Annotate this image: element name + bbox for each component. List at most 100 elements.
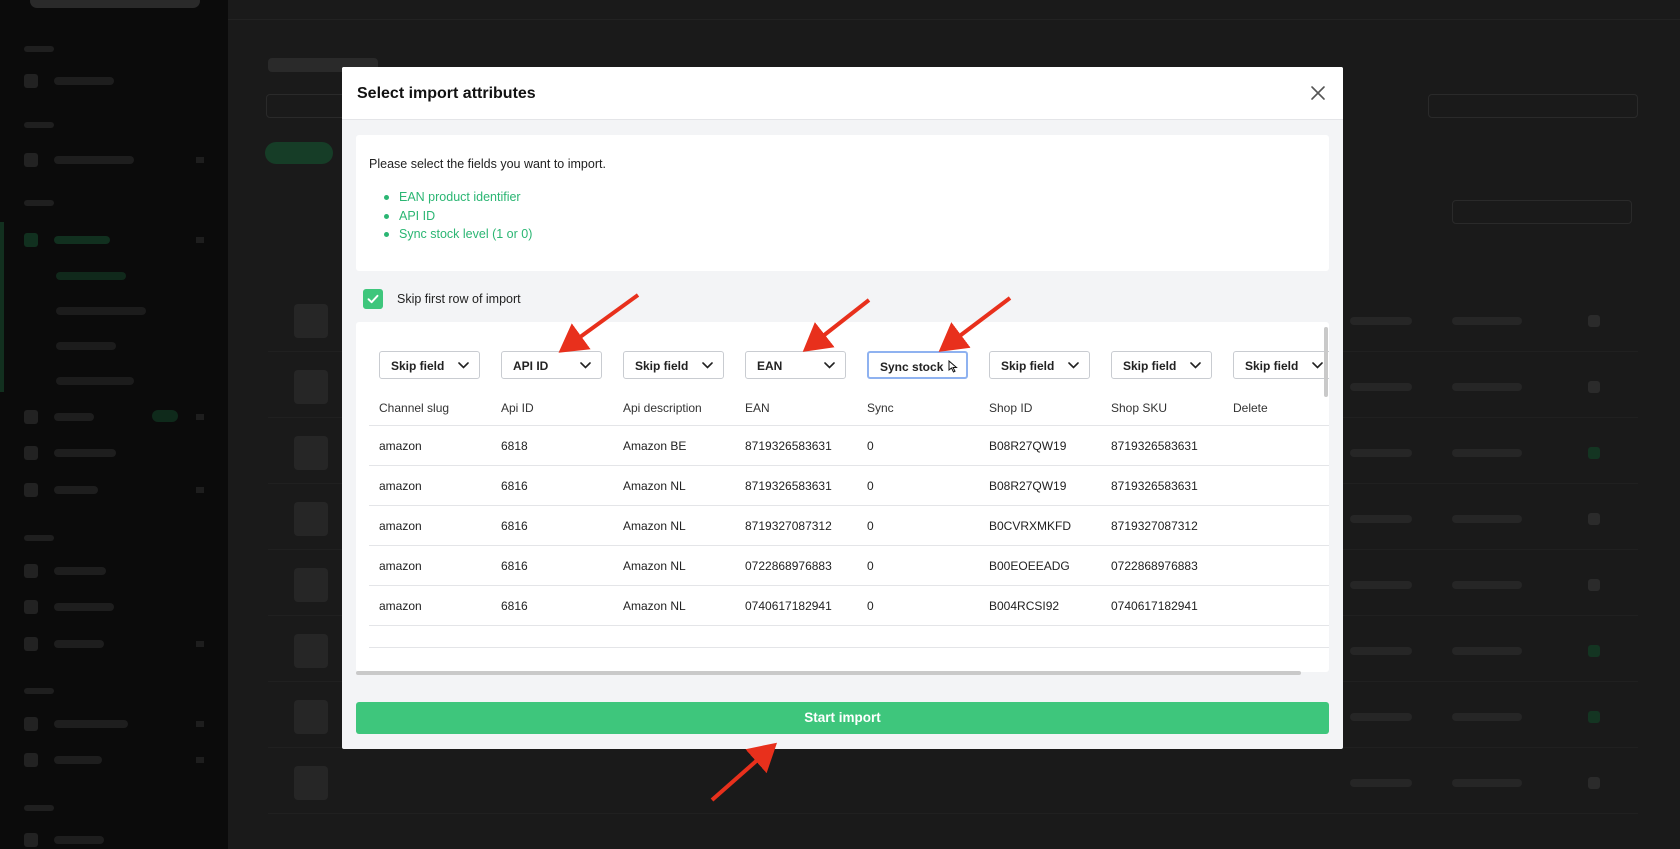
skip-first-row-checkbox[interactable]	[363, 289, 383, 309]
sidebar-subitem[interactable]	[56, 307, 146, 315]
column-select-8[interactable]: Skip field	[1233, 351, 1329, 379]
modal-header: Select import attributes	[342, 67, 1343, 120]
background-filter-select[interactable]	[266, 94, 346, 118]
sidebar-active-indicator	[0, 222, 4, 392]
table-cell: B08R27QW19	[989, 439, 1067, 453]
pointer-cursor-icon	[948, 360, 958, 373]
table-cell: B0CVRXMKFD	[989, 519, 1072, 533]
chevron-down-icon	[824, 362, 835, 369]
sidebar-item-products-2[interactable]	[24, 563, 204, 579]
sidebar-item-dashboard[interactable]	[24, 73, 204, 89]
close-icon[interactable]	[1307, 82, 1329, 104]
table-cell: 6818	[501, 439, 528, 453]
sidebar-item-shipments[interactable]	[24, 445, 204, 461]
table-cell: 0722868976883	[1111, 559, 1198, 573]
background-table-row	[268, 752, 1638, 814]
table-cell: 0	[867, 439, 874, 453]
table-cell: Amazon NL	[623, 599, 686, 613]
background-supplier-select[interactable]	[1428, 94, 1638, 118]
orders-count-badge	[152, 410, 178, 422]
table-cell: Amazon NL	[623, 479, 686, 493]
top-bar	[228, 0, 1680, 20]
column-select-3[interactable]: Skip field	[623, 351, 724, 379]
sidebar-item-marketplaces[interactable]	[24, 152, 204, 168]
table-cell: 8719326583631	[745, 439, 832, 453]
app-logo	[30, 0, 200, 8]
table-cell: 0722868976883	[745, 559, 832, 573]
table-cell: amazon	[379, 479, 422, 493]
column-select-label: EAN	[757, 359, 783, 373]
field-list: EAN product identifier API ID Sync stock…	[384, 188, 532, 244]
table-row: amazon 6816 Amazon NL 8719326583631 0 B0…	[369, 466, 1329, 506]
column-header: Api ID	[501, 401, 534, 415]
sidebar-item-network[interactable]	[24, 636, 204, 652]
table-cell: 0740617182941	[1111, 599, 1198, 613]
sidebar-section-label	[24, 200, 54, 206]
column-select-1[interactable]: Skip field	[379, 351, 480, 379]
column-header: Delete	[1233, 401, 1268, 415]
instructions-text: Please select the fields you want to imp…	[369, 157, 606, 171]
column-header: Shop SKU	[1111, 401, 1168, 415]
sidebar-section-label	[24, 46, 54, 52]
table-cell: amazon	[379, 559, 422, 573]
column-select-2[interactable]: API ID	[501, 351, 602, 379]
table-cell: amazon	[379, 439, 422, 453]
table-cell: 0740617182941	[745, 599, 832, 613]
check-icon	[367, 294, 379, 304]
chevron-down-icon	[1312, 362, 1323, 369]
sidebar-item-connections[interactable]	[24, 716, 204, 732]
sidebar-section-label	[24, 122, 54, 128]
chevron-down-icon	[1190, 362, 1201, 369]
table-cell: Amazon NL	[623, 519, 686, 533]
sidebar-subitem[interactable]	[56, 342, 116, 350]
column-select-label: Skip field	[1001, 359, 1055, 373]
table-cell: 0	[867, 479, 874, 493]
table-row-empty	[369, 626, 1329, 648]
sidebar-item-products[interactable]	[24, 232, 204, 248]
sidebar-item-returns[interactable]	[24, 482, 204, 498]
background-search-input[interactable]	[1452, 200, 1632, 224]
sidebar	[0, 0, 228, 849]
horizontal-scrollbar[interactable]	[356, 671, 1301, 675]
table-cell: 8719326583631	[745, 479, 832, 493]
table-cell: amazon	[379, 519, 422, 533]
skip-first-row-label: Skip first row of import	[397, 292, 521, 306]
instructions-box: Please select the fields you want to imp…	[356, 135, 1329, 271]
vertical-scrollbar[interactable]	[1324, 327, 1328, 397]
chevron-down-icon	[580, 362, 591, 369]
sidebar-subitem[interactable]	[56, 272, 126, 280]
column-select-label: Skip field	[1245, 359, 1299, 373]
table-row: amazon 6816 Amazon NL 8719327087312 0 B0…	[369, 506, 1329, 546]
table-cell: B004RCSI92	[989, 599, 1060, 613]
column-select-7[interactable]: Skip field	[1111, 351, 1212, 379]
table-cell: Amazon BE	[623, 439, 687, 453]
column-header: Sync	[867, 401, 894, 415]
column-select-label: Skip field	[1123, 359, 1177, 373]
column-select-6[interactable]: Skip field	[989, 351, 1090, 379]
table-cell: 6816	[501, 479, 528, 493]
table-cell: 6816	[501, 599, 528, 613]
table-cell: 6816	[501, 559, 528, 573]
sidebar-subitem[interactable]	[56, 377, 134, 385]
chevron-down-icon	[1068, 362, 1079, 369]
sidebar-item-help[interactable]	[24, 832, 204, 848]
column-select-4[interactable]: EAN	[745, 351, 846, 379]
field-list-item: EAN product identifier	[384, 188, 532, 207]
column-select-5[interactable]: Sync stock	[867, 351, 968, 379]
sidebar-item-settings[interactable]	[24, 752, 204, 768]
table-cell: 8719327087312	[1111, 519, 1198, 533]
table-cell: 6816	[501, 519, 528, 533]
sidebar-section-label	[24, 535, 54, 541]
background-action-button[interactable]	[265, 142, 333, 164]
start-import-button[interactable]: Start import	[356, 702, 1329, 734]
table-row: amazon 6818 Amazon BE 8719326583631 0 B0…	[369, 426, 1329, 466]
chevron-down-icon	[702, 362, 713, 369]
sidebar-item-messages[interactable]	[24, 599, 204, 615]
table-cell: 8719327087312	[745, 519, 832, 533]
table-cell: 0	[867, 559, 874, 573]
field-list-item: Sync stock level (1 or 0)	[384, 225, 532, 244]
column-select-label: Sync stock	[880, 360, 944, 374]
table-cell: B08R27QW19	[989, 479, 1067, 493]
table-cell: Amazon NL	[623, 559, 686, 573]
table-cell: amazon	[379, 599, 422, 613]
